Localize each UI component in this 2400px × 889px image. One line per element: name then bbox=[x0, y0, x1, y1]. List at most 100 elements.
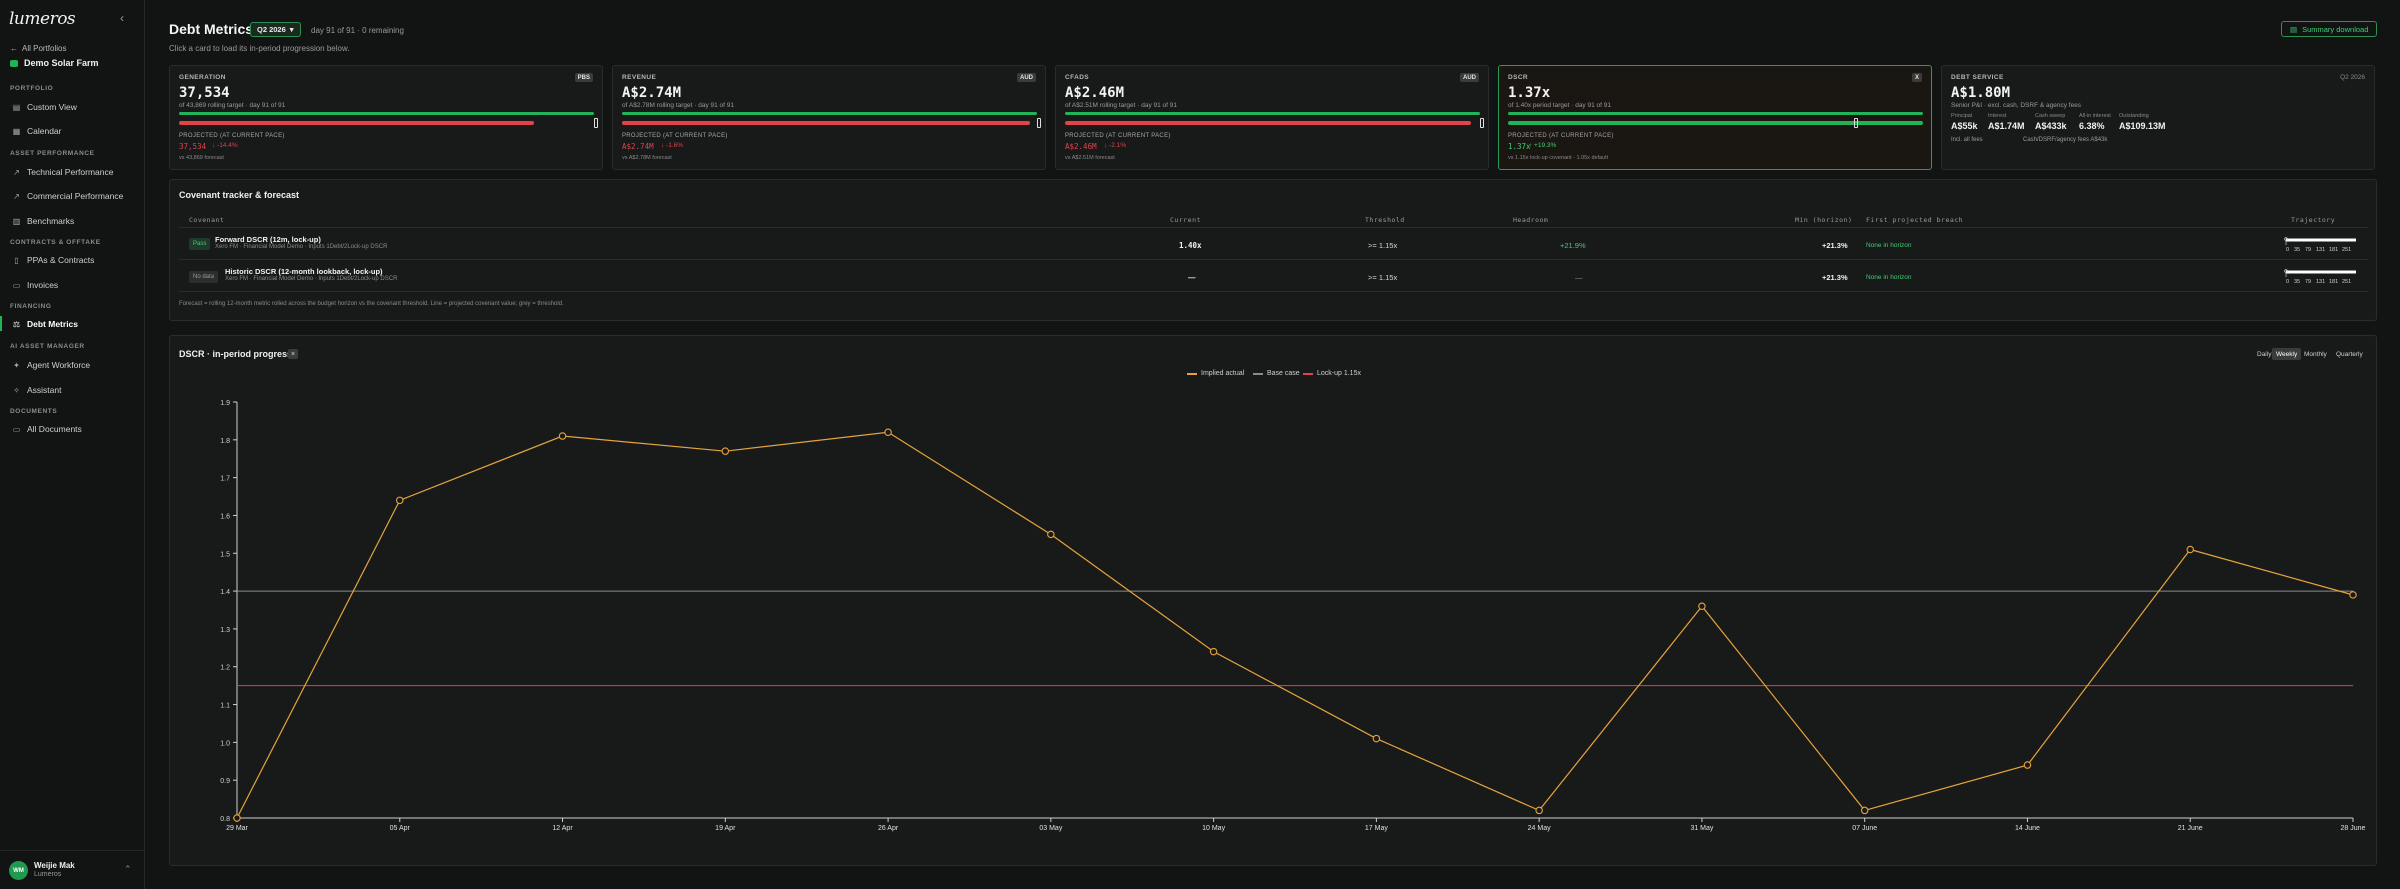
unit-badge: PBS bbox=[574, 73, 593, 82]
card-dscr[interactable]: DSCR X 1.37x of 1.40x period target · da… bbox=[1498, 65, 1932, 170]
card-sub: of 1.40x period target · day 91 of 91 bbox=[1508, 102, 1611, 109]
site-selector[interactable]: Demo Solar Farm bbox=[10, 58, 99, 68]
status-badge: Pass bbox=[189, 238, 211, 250]
sidebar-item-label: Debt Metrics bbox=[27, 319, 79, 329]
card-sub: of A$2.51M rolling target · day 91 of 91 bbox=[1065, 102, 1178, 109]
card-value: A$2.74M bbox=[622, 85, 682, 101]
sidebar-item-label: Technical Performance bbox=[27, 167, 114, 177]
projected-bar bbox=[1508, 121, 1923, 125]
metric-all-in-interest: All-in interest 6.38% bbox=[2079, 113, 2111, 131]
card-foot: vs 1.15x lock-up covenant · 1.05x defaul… bbox=[1508, 155, 1608, 161]
data-point bbox=[2023, 761, 2032, 769]
projected-bar bbox=[622, 121, 1030, 125]
data-point bbox=[1209, 647, 1218, 656]
unit-badge: X bbox=[1911, 73, 1922, 82]
metric-label: Outstanding bbox=[2119, 113, 2149, 119]
card-sub: of A$2.78M rolling target · day 91 of 91 bbox=[622, 102, 735, 109]
x-tick-label: 12 Apr bbox=[552, 825, 573, 832]
sidebar-item-calendar[interactable]: ▦ Calendar bbox=[12, 126, 62, 136]
logo[interactable]: lumeros bbox=[9, 9, 76, 29]
divider bbox=[179, 259, 2368, 260]
metric-value: A$1.74M bbox=[1988, 121, 2025, 131]
projected-label: PROJECTED (AT CURRENT PACE) bbox=[1065, 133, 1171, 139]
status-badge: No data bbox=[189, 271, 219, 283]
dscr-chart-panel: DSCR · in-period progress × Daily Weekly… bbox=[169, 335, 2377, 866]
sidebar-item-commercial-performance[interactable]: ↗ Commercial Performance bbox=[12, 191, 123, 201]
covenant-threshold: >= 1.15x bbox=[1368, 241, 1398, 250]
data-point bbox=[1372, 734, 1381, 743]
trajectory-tick: 0 bbox=[2286, 279, 2289, 285]
data-point bbox=[558, 432, 567, 440]
sidebar-item-ppas[interactable]: ▯ PPAs & Contracts bbox=[12, 255, 94, 265]
projected-value: A$2.74M bbox=[622, 142, 654, 151]
y-tick-label: 0.8 bbox=[220, 816, 230, 823]
sidebar-item-all-documents[interactable]: ▭ All Documents bbox=[12, 424, 82, 434]
sparkle-icon: ✦ bbox=[13, 360, 20, 370]
active-indicator bbox=[0, 316, 2, 331]
layout-icon: ▤ bbox=[12, 102, 21, 112]
card-cfads[interactable]: CFADS AUD A$2.46M of A$2.51M rolling tar… bbox=[1055, 65, 1489, 170]
series-line bbox=[236, 431, 2354, 819]
sidebar-item-invoices[interactable]: ▭ Invoices bbox=[12, 280, 58, 290]
avatar: WM bbox=[9, 861, 28, 880]
sidebar-item-label: Agent Workforce bbox=[27, 360, 91, 370]
data-point bbox=[396, 496, 404, 505]
sidebar-item-benchmarks[interactable]: ▥ Benchmarks bbox=[12, 216, 75, 226]
trajectory-tick: 251 bbox=[2342, 247, 2351, 253]
trajectory-tick: 79 bbox=[2305, 247, 2311, 253]
arrow-left-icon: ← bbox=[10, 44, 18, 53]
section-ai-asset-manager: AI ASSET MANAGER bbox=[10, 343, 85, 350]
trajectory-tick: 131 bbox=[2316, 279, 2325, 285]
collapse-sidebar-icon[interactable]: ‹ bbox=[120, 11, 124, 25]
y-tick-label: 1.7 bbox=[220, 476, 230, 483]
divider bbox=[179, 291, 2368, 292]
table-row[interactable]: Historic DSCR (12-month lookback, lock-u… bbox=[225, 267, 397, 282]
data-point bbox=[884, 428, 892, 437]
target-marker bbox=[1037, 118, 1041, 128]
sidebar-item-debt-metrics[interactable]: ⚖ Debt Metrics bbox=[12, 319, 78, 329]
period-value: Q2 2026 bbox=[257, 25, 286, 34]
summary-download-button[interactable]: ▤ Summary download bbox=[2281, 21, 2378, 37]
col-covenant: Covenant bbox=[189, 216, 225, 224]
covenant-source: Xero FM · Financial Model Demo · Inputs … bbox=[225, 276, 398, 282]
section-asset-performance: ASSET PERFORMANCE bbox=[10, 150, 95, 157]
trend-icon: ↗ bbox=[13, 191, 20, 201]
period-select[interactable]: Q2 2026 ▾ bbox=[250, 22, 301, 37]
metric-value: A$55k bbox=[1951, 121, 1978, 131]
covenant-current: — bbox=[1188, 273, 1196, 282]
card-revenue[interactable]: REVENUE AUD A$2.74M of A$2.78M rolling t… bbox=[612, 65, 1046, 170]
metric-principal: Principal A$55k bbox=[1951, 113, 1978, 131]
all-portfolios-link[interactable]: ← All Portfolios bbox=[10, 44, 66, 53]
site-name: Demo Solar Farm bbox=[24, 58, 99, 68]
covenant-headroom: +21.9% bbox=[1560, 241, 1586, 250]
data-point bbox=[233, 814, 241, 822]
sidebar-item-label: PPAs & Contracts bbox=[27, 255, 95, 265]
table-row[interactable]: Forward DSCR (12m, lock-up) Xero FM · Fi… bbox=[215, 235, 387, 250]
covenant-threshold: >= 1.15x bbox=[1368, 273, 1398, 282]
metric-label: Interest bbox=[1988, 113, 2007, 119]
card-label: DSCR bbox=[1508, 74, 1529, 81]
card-label: CFADS bbox=[1065, 74, 1090, 81]
sidebar-item-custom-view[interactable]: ▤ Custom View bbox=[12, 102, 77, 112]
page-hint: Click a card to load its in-period progr… bbox=[169, 44, 350, 53]
sidebar-item-assistant[interactable]: ✧ Assistant bbox=[12, 385, 61, 395]
trajectory-tick: 131 bbox=[2316, 247, 2325, 253]
card-generation[interactable]: GENERATION PBS 37,534 of 43,869 rolling … bbox=[169, 65, 603, 170]
data-point bbox=[1535, 806, 1543, 815]
card-period: Q2 2026 bbox=[2340, 74, 2365, 81]
trend-icon: ↗ bbox=[13, 167, 20, 177]
sidebar-item-label: Calendar bbox=[27, 126, 62, 136]
sidebar-item-agent-workforce[interactable]: ✦ Agent Workforce bbox=[12, 360, 90, 370]
user-menu[interactable]: WM Weijie Mak Lumeros ⌃ bbox=[0, 850, 145, 889]
sidebar-item-technical-performance[interactable]: ↗ Technical Performance bbox=[12, 167, 113, 177]
y-tick-label: 1.1 bbox=[220, 703, 230, 710]
covenant-breach: None in horizon bbox=[1866, 274, 1912, 281]
covenant-breach: None in horizon bbox=[1866, 242, 1912, 249]
metric-value: A$433k bbox=[2035, 121, 2067, 131]
trajectory-tick: 251 bbox=[2342, 279, 2351, 285]
unit-badge: AUD bbox=[1460, 73, 1479, 82]
covenant-min: +21.3% bbox=[1822, 241, 1848, 250]
trajectory-tick: 181 bbox=[2329, 247, 2338, 253]
projected-delta: ↑ +19.3% bbox=[1529, 142, 1557, 149]
col-min: Min (horizon) bbox=[1795, 216, 1853, 224]
